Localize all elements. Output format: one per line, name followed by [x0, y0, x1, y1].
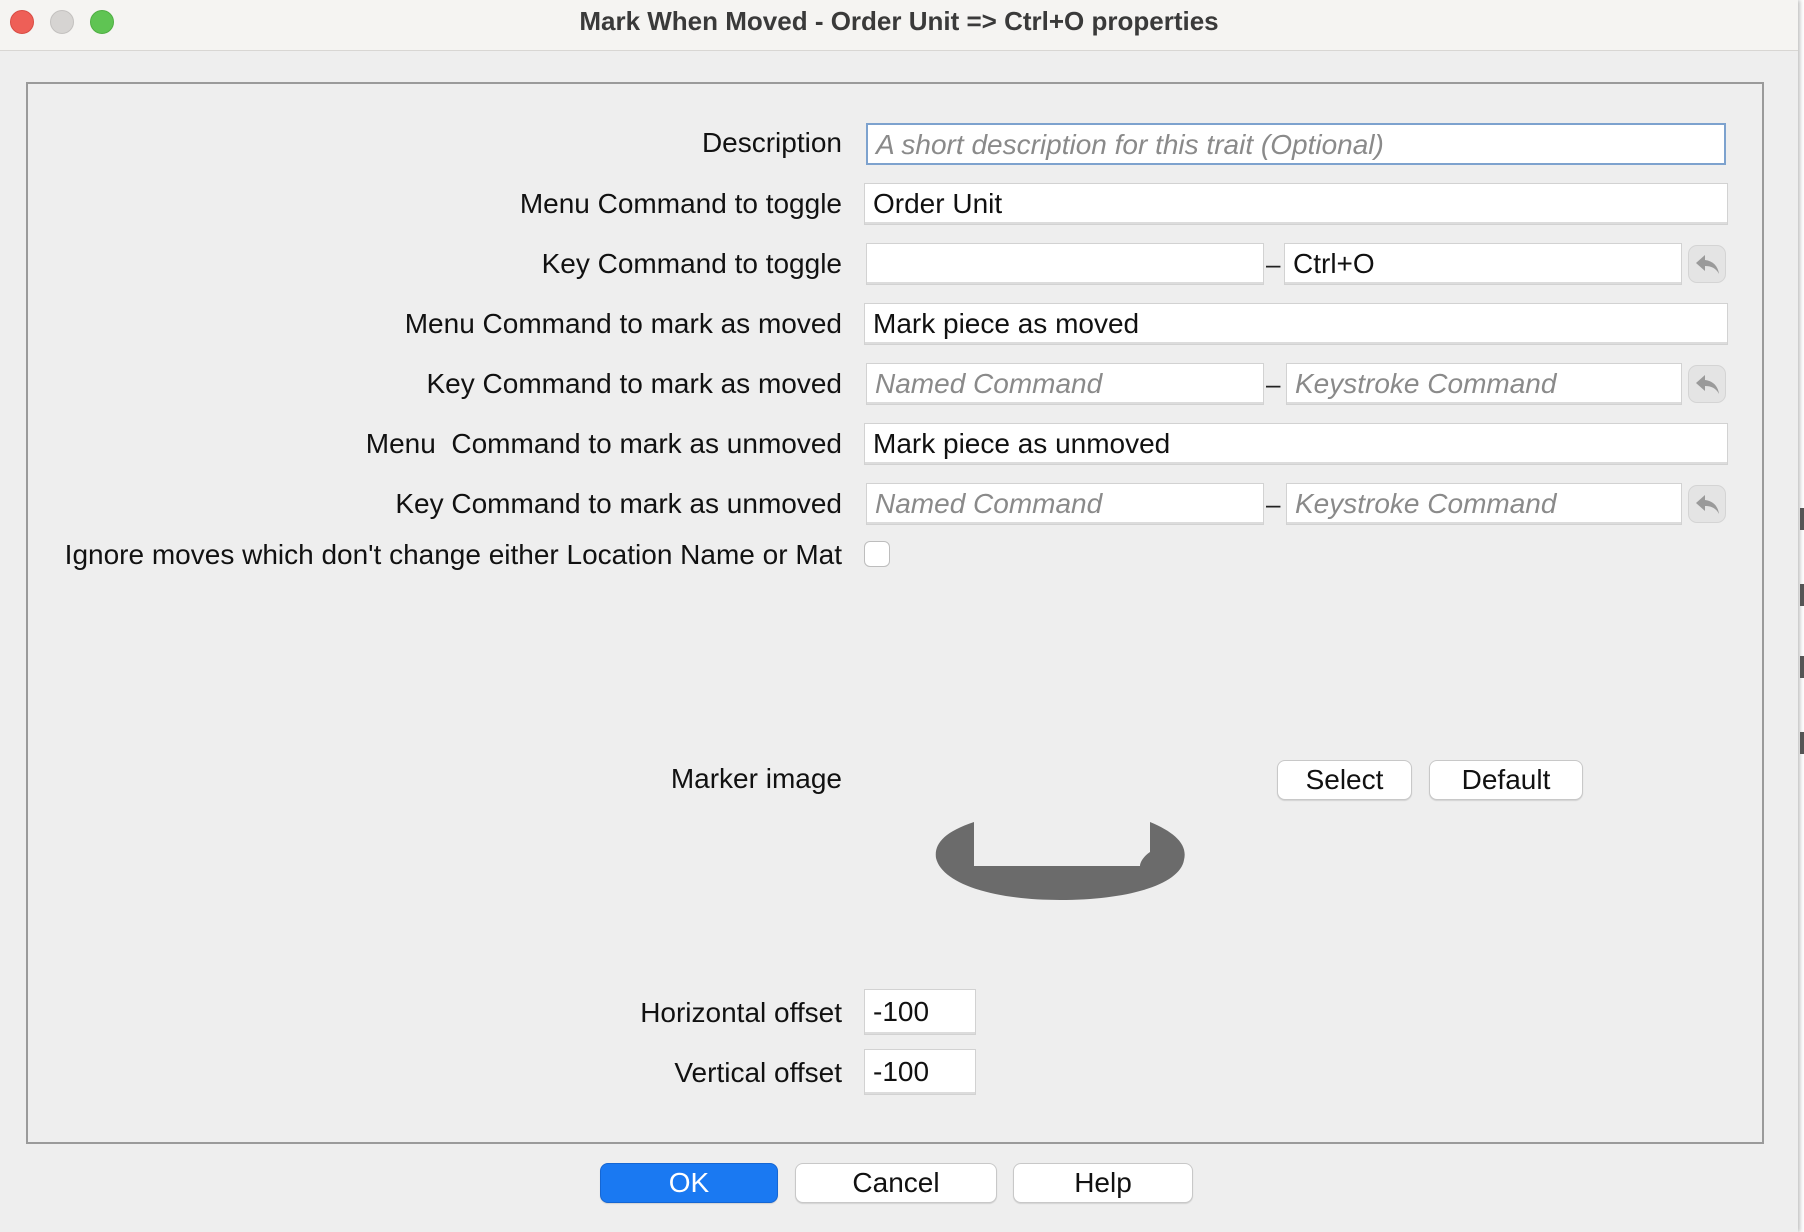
horizontal-offset-input[interactable]: -100 [864, 989, 976, 1035]
background-window-edge [1800, 656, 1804, 678]
key-toggle-keystroke-input[interactable]: Ctrl+O [1284, 243, 1682, 285]
description-label: Description [701, 127, 842, 158]
title-bar[interactable]: Mark When Moved - Order Unit => Ctrl+O p… [0, 0, 1798, 51]
menu-toggle-label: Menu Command to toggle [519, 188, 842, 219]
select-image-button[interactable]: Select [1277, 760, 1412, 800]
key-moved-separator: – [1266, 369, 1281, 399]
undo-arrow-icon [1696, 255, 1719, 274]
key-unmoved-named-input[interactable]: Named Command [866, 483, 1264, 525]
ignore-moves-label: Ignore moves which don't change either L… [64, 539, 842, 570]
background-window-edge [1800, 508, 1804, 530]
key-toggle-named-input[interactable] [866, 243, 1264, 285]
description-input[interactable]: A short description for this trait (Opti… [866, 123, 1726, 165]
key-moved-keystroke-input[interactable]: Keystroke Command [1286, 363, 1682, 405]
key-moved-undo-button[interactable] [1688, 365, 1726, 403]
menu-moved-label: Menu Command to mark as moved [404, 308, 842, 339]
menu-unmoved-label: Menu Command to mark as unmoved [365, 428, 842, 459]
key-unmoved-label: Key Command to mark as unmoved [395, 488, 842, 519]
background-window-edge [1800, 584, 1804, 606]
marker-image-preview [935, 822, 1185, 900]
dialog-window: Mark When Moved - Order Unit => Ctrl+O p… [0, 0, 1798, 1232]
undo-arrow-icon [1696, 495, 1719, 514]
background-window-edge [1800, 732, 1804, 754]
window-title: Mark When Moved - Order Unit => Ctrl+O p… [579, 6, 1219, 36]
menu-moved-input[interactable]: Mark piece as moved [864, 303, 1728, 345]
menu-unmoved-input[interactable]: Mark piece as unmoved [864, 423, 1728, 465]
key-toggle-label: Key Command to toggle [541, 248, 842, 279]
cancel-button[interactable]: Cancel [795, 1163, 997, 1203]
key-moved-named-input[interactable]: Named Command [866, 363, 1264, 405]
vertical-offset-label: Vertical offset [674, 1057, 842, 1088]
key-moved-label: Key Command to mark as moved [426, 368, 843, 399]
menu-toggle-input[interactable]: Order Unit [864, 183, 1728, 225]
vertical-offset-input[interactable]: -100 [864, 1049, 976, 1095]
horizontal-offset-label: Horizontal offset [640, 997, 842, 1028]
ignore-moves-checkbox[interactable] [864, 541, 890, 567]
default-image-button[interactable]: Default [1429, 760, 1583, 800]
key-toggle-separator: – [1266, 249, 1281, 279]
key-unmoved-separator: – [1266, 489, 1281, 519]
ok-button[interactable]: OK [600, 1163, 778, 1203]
key-toggle-undo-button[interactable] [1688, 245, 1726, 283]
undo-arrow-icon [1696, 375, 1719, 394]
properties-panel [26, 82, 1764, 1144]
key-unmoved-keystroke-input[interactable]: Keystroke Command [1286, 483, 1682, 525]
key-unmoved-undo-button[interactable] [1688, 485, 1726, 523]
marker-image-label: Marker image [670, 763, 842, 794]
help-button[interactable]: Help [1013, 1163, 1193, 1203]
description-placeholder: A short description for this trait (Opti… [876, 129, 1384, 160]
